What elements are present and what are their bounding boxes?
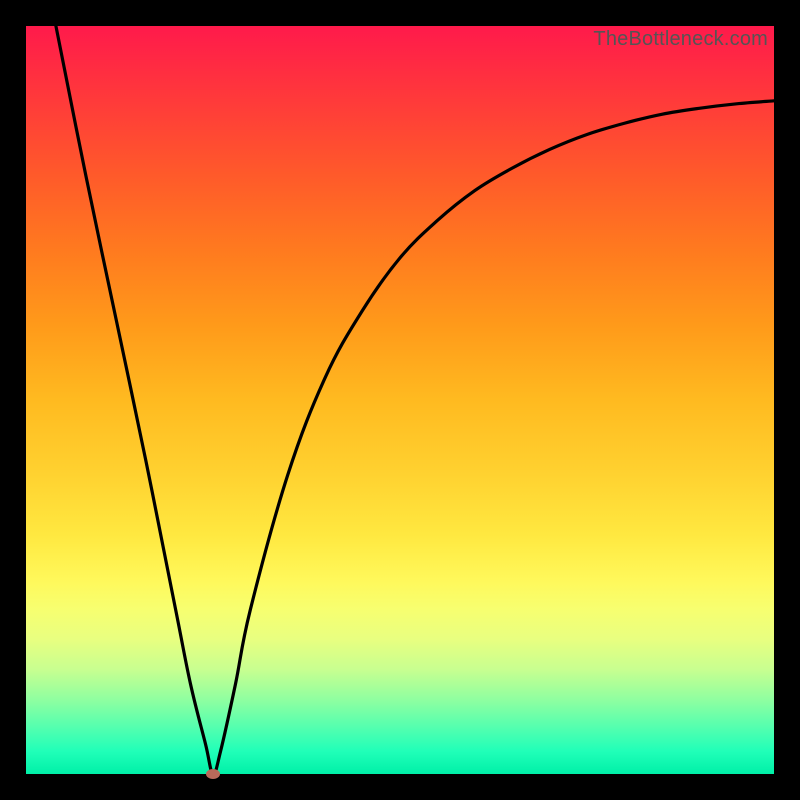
bottleneck-curve (26, 26, 774, 774)
minimum-marker (206, 769, 220, 779)
plot-area: TheBottleneck.com (26, 26, 774, 774)
chart-stage: TheBottleneck.com (0, 0, 800, 800)
